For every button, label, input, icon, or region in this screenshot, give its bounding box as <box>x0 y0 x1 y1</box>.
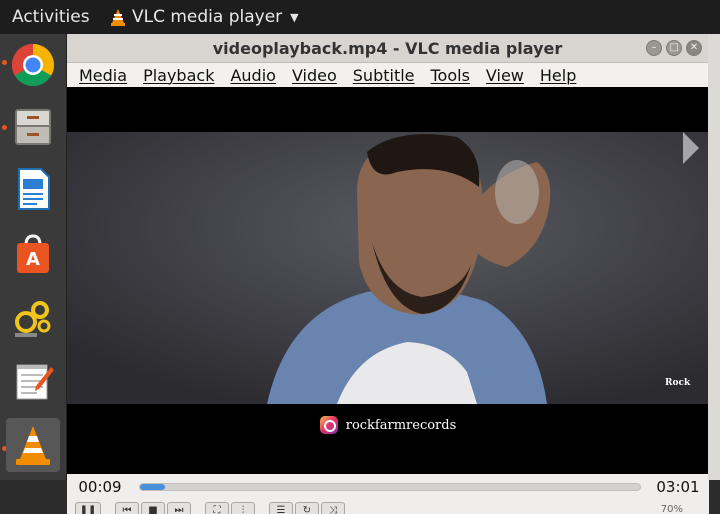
chrome-launcher[interactable] <box>6 38 60 92</box>
menu-tools[interactable]: Tools <box>431 66 478 85</box>
settings-launcher[interactable] <box>6 290 60 344</box>
menu-video[interactable]: Video <box>292 66 345 85</box>
seek-progress <box>140 484 165 490</box>
notepad-icon <box>16 364 54 400</box>
writer-launcher[interactable] <box>6 162 60 216</box>
shopping-bag-icon: A <box>17 234 49 273</box>
chevron-down-icon: ▼ <box>290 10 299 24</box>
menu-help[interactable]: Help <box>540 66 584 85</box>
menu-bar: Media Playback Audio Video Subtitle Tool… <box>67 63 708 87</box>
extended-settings-button[interactable]: ⫶ <box>231 502 255 514</box>
window-title: videoplayback.mp4 - VLC media player <box>212 38 563 58</box>
vlc-cone-icon <box>16 426 50 465</box>
control-bar: ❚❚ ⏮ ■ ⏭ ⛶ ⫶ ☰ ↻ ⤨ 70% <box>67 499 709 514</box>
menu-audio[interactable]: Audio <box>230 66 283 85</box>
caption-handle: rockfarmrecords <box>345 417 457 433</box>
stop-button[interactable]: ■ <box>141 502 165 514</box>
vlc-window: videoplayback.mp4 - VLC media player – □… <box>66 34 709 514</box>
video-frame: Rock <box>67 132 709 404</box>
current-time: 00:09 <box>78 478 122 496</box>
document-icon <box>18 168 50 210</box>
next-frame-arrow-icon <box>683 132 699 164</box>
video-frame-image: Rock <box>67 132 709 404</box>
app-menu-label: VLC media player <box>132 7 283 27</box>
video-area[interactable]: Rock rockfarmrecords <box>67 87 709 474</box>
seek-bar: 00:09 03:01 <box>67 475 709 499</box>
total-time: 03:01 <box>656 478 700 496</box>
svg-text:A: A <box>26 249 40 270</box>
volume-level: 70% <box>660 504 683 514</box>
maximize-button[interactable]: □ <box>666 40 682 56</box>
menu-view[interactable]: View <box>486 66 532 85</box>
instagram-icon <box>319 416 338 434</box>
menu-subtitle[interactable]: Subtitle <box>353 66 423 85</box>
activities-button[interactable]: Activities <box>0 7 110 27</box>
minimize-button[interactable]: – <box>646 40 662 56</box>
vlc-launcher[interactable] <box>6 418 60 472</box>
previous-button[interactable]: ⏮ <box>115 502 139 514</box>
fullscreen-button[interactable]: ⛶ <box>205 502 229 514</box>
text-editor-launcher[interactable] <box>6 354 60 408</box>
close-button[interactable]: ✕ <box>686 40 702 56</box>
menu-playback[interactable]: Playback <box>143 66 222 85</box>
pause-button[interactable]: ❚❚ <box>75 502 101 514</box>
svg-text:Rock: Rock <box>665 378 691 388</box>
dock: A <box>0 34 66 480</box>
software-launcher[interactable]: A <box>6 226 60 280</box>
vlc-cone-icon <box>111 9 125 26</box>
shuffle-button[interactable]: ⤨ <box>321 502 345 514</box>
files-launcher[interactable] <box>6 100 60 154</box>
chrome-icon <box>11 43 55 87</box>
gears-icon <box>15 301 51 337</box>
video-caption: rockfarmrecords <box>67 412 709 438</box>
playlist-button[interactable]: ☰ <box>269 502 293 514</box>
menu-media[interactable]: Media <box>79 66 135 85</box>
background-window-edge <box>708 34 720 480</box>
seek-slider[interactable] <box>139 483 641 491</box>
next-button[interactable]: ⏭ <box>167 502 191 514</box>
file-cabinet-icon <box>15 109 51 145</box>
top-bar: Activities VLC media player ▼ <box>0 0 720 34</box>
title-bar[interactable]: videoplayback.mp4 - VLC media player – □… <box>67 34 708 63</box>
app-menu[interactable]: VLC media player ▼ <box>110 7 299 27</box>
loop-button[interactable]: ↻ <box>295 502 319 514</box>
